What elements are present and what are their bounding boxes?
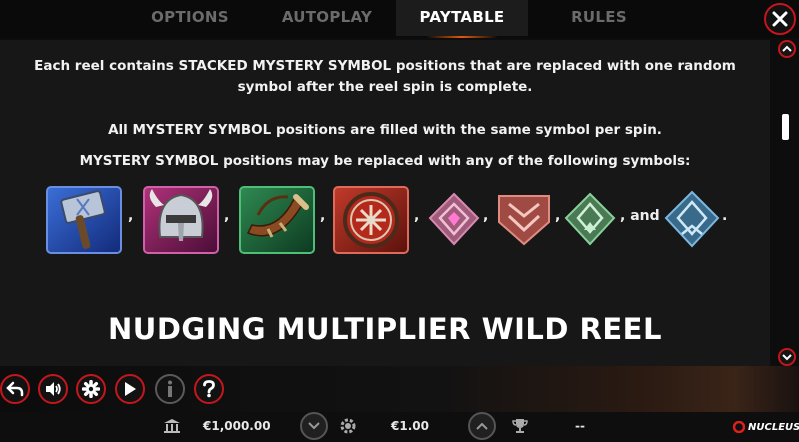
blue-rune-symbol: [664, 190, 720, 248]
end-period: .: [722, 208, 728, 224]
symbol-separator: ,: [483, 208, 489, 224]
bet-increase-button[interactable]: [468, 412, 496, 440]
scroll-down-button[interactable]: [778, 348, 796, 366]
symbol-separator: ,: [128, 208, 134, 224]
sound-icon: [46, 382, 61, 396]
close-button[interactable]: [764, 3, 796, 35]
tab-bar: OPTIONS AUTOPLAY PAYTABLE RULES: [0, 0, 799, 38]
settings-gear-icon: [82, 380, 100, 398]
green-rune-symbol: [564, 192, 616, 246]
balance-value: €1,000.00: [203, 419, 271, 433]
chevron-up-icon: [476, 422, 488, 430]
chevron-down-icon: [782, 354, 792, 361]
nucleus-logo-icon: [733, 421, 745, 433]
tab-options[interactable]: OPTIONS: [130, 0, 250, 36]
close-icon: [772, 11, 788, 27]
mystery-replace-text: MYSTERY SYMBOL positions may be replaced…: [79, 153, 691, 169]
trophy-icon: [512, 419, 528, 433]
win-value: --: [575, 419, 585, 433]
info-icon: [168, 380, 172, 397]
help-button[interactable]: [194, 374, 224, 404]
red-rune-symbol: [498, 195, 550, 246]
and-text: , and: [620, 208, 660, 224]
chevron-up-icon: [782, 45, 792, 52]
tab-rules[interactable]: RULES: [540, 0, 658, 36]
scrollbar-track[interactable]: [771, 40, 799, 366]
bet-value: €1.00: [391, 419, 429, 433]
symbol-separator: ,: [224, 208, 230, 224]
symbol-separator: ,: [414, 208, 420, 224]
info-button[interactable]: [155, 374, 185, 404]
horn-symbol: [239, 186, 315, 254]
back-button[interactable]: [0, 374, 30, 404]
settings-button[interactable]: [76, 374, 106, 404]
scroll-up-button[interactable]: [778, 40, 796, 58]
scrollbar-thumb[interactable]: [782, 114, 789, 140]
tab-autoplay[interactable]: AUTOPLAY: [264, 0, 390, 36]
mystery-same-symbol-text: All MYSTERY SYMBOL positions are filled …: [108, 122, 662, 138]
bet-decrease-button[interactable]: [300, 412, 328, 440]
symbol-separator: ,: [320, 208, 326, 224]
mystery-description-line1: Each reel contains STACKED MYSTERY SYMBO…: [34, 58, 736, 74]
pink-rune-symbol: [428, 192, 480, 246]
help-question-icon: [203, 380, 215, 398]
logo-text: NUCLEUS: [748, 421, 799, 433]
nucleus-logo: NUCLEUS: [733, 421, 799, 433]
back-arrow-icon: [6, 381, 24, 397]
hammer-symbol: [46, 186, 122, 254]
play-icon: [125, 382, 136, 396]
play-button[interactable]: [115, 374, 145, 404]
helmet-symbol: [143, 186, 219, 254]
paytable-content: Each reel contains STACKED MYSTERY SYMBO…: [0, 40, 770, 366]
tab-paytable[interactable]: PAYTABLE: [396, 0, 528, 38]
section-heading: NUDGING MULTIPLIER WILD REEL: [108, 312, 662, 346]
chevron-down-icon: [308, 422, 320, 430]
shield-symbol: [333, 186, 409, 254]
symbol-separator: ,: [555, 208, 561, 224]
sound-button[interactable]: [38, 374, 68, 404]
bank-icon: [164, 419, 180, 433]
mystery-description-line2: symbol after the reel spin is complete.: [237, 79, 533, 95]
coin-settings-icon: [340, 418, 356, 434]
